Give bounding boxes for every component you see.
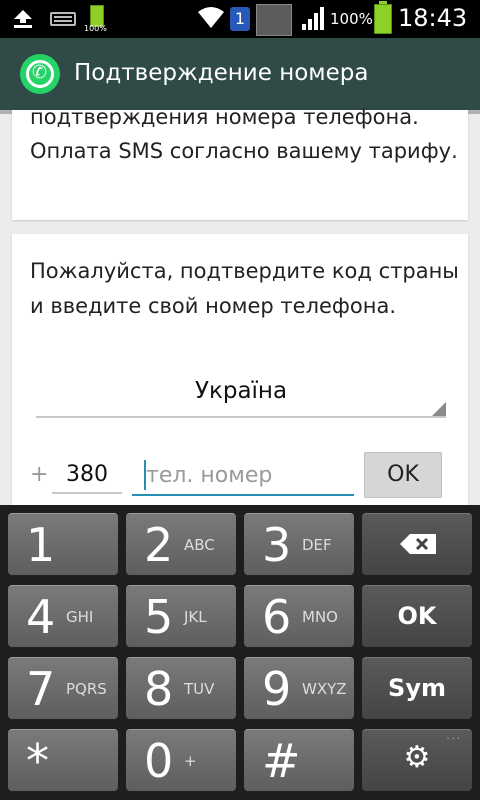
country-select[interactable]: Україна: [36, 372, 446, 418]
battery-small-label: 100%: [84, 24, 107, 33]
gear-icon: ⚙: [403, 740, 431, 775]
key-3[interactable]: 3 DEF: [244, 513, 354, 575]
key-digit: #: [262, 734, 301, 788]
sym-key-label: Sym: [388, 674, 446, 702]
key-digit: 7: [26, 662, 56, 716]
phone-number-input[interactable]: тел. номер: [132, 456, 354, 496]
key-letters: WXYZ: [302, 680, 347, 698]
plus-sign: +: [30, 462, 49, 487]
keyboard-icon: [50, 12, 76, 26]
key-digit: *: [26, 734, 49, 788]
key-2[interactable]: 2 ABC: [126, 513, 236, 575]
battery-full-icon: [374, 1, 392, 34]
key-1[interactable]: 1: [8, 513, 118, 575]
key-5[interactable]: 5 JKL: [126, 585, 236, 647]
keyboard-ok-key[interactable]: OK: [362, 585, 472, 647]
key-7[interactable]: 7 PQRS: [8, 657, 118, 719]
info-card: подтверждения номера телефона. Оплата SM…: [12, 105, 468, 220]
instruction-text: Пожалуйста, подтвердите код страны и вве…: [30, 259, 459, 318]
key-digit: 6: [262, 590, 292, 644]
key-9[interactable]: 9 WXYZ: [244, 657, 354, 719]
key-letters: DEF: [302, 536, 332, 554]
settings-key[interactable]: ⚙ ···: [362, 729, 472, 791]
key-4[interactable]: 4 GHI: [8, 585, 118, 647]
key-digit: 2: [144, 518, 174, 572]
key-letters: PQRS: [66, 680, 107, 698]
ok-button[interactable]: OK: [364, 452, 442, 498]
info-text: подтверждения номера телефона. Оплата SM…: [30, 105, 458, 163]
key-digit: 3: [262, 518, 292, 572]
page-title: Подтверждение номера: [74, 60, 369, 86]
key-letters: JKL: [184, 608, 207, 626]
key-digit: 5: [144, 590, 174, 644]
key-8[interactable]: 8 TUV: [126, 657, 236, 719]
key-digit: 0: [144, 734, 174, 788]
key-letters: GHI: [66, 608, 94, 626]
upload-icon: [14, 10, 32, 28]
key-digit: 9: [262, 662, 292, 716]
key-letters: ABC: [184, 536, 215, 554]
numeric-keyboard: 1 2 ABC 3 DEF 4 GHI 5 JKL 6 MNO OK 7 PQR…: [0, 505, 480, 800]
key-letters: MNO: [302, 608, 338, 626]
battery-percent: 100%: [330, 10, 373, 28]
ok-key-label: OK: [397, 602, 437, 630]
key-0[interactable]: 0 +: [126, 729, 236, 791]
key-letters: TUV: [184, 680, 215, 698]
country-name: Україна: [194, 378, 288, 404]
sym-key[interactable]: Sym: [362, 657, 472, 719]
key-star[interactable]: *: [8, 729, 118, 791]
key-6[interactable]: 6 MNO: [244, 585, 354, 647]
key-letters: +: [184, 752, 197, 770]
signal-icon: [302, 7, 324, 30]
key-digit: 4: [26, 590, 56, 644]
wifi-icon: [198, 7, 224, 28]
signal-grey-icon: [256, 4, 292, 36]
clock: 18:43: [398, 4, 468, 32]
status-bar: 100% 1 100% 18:43: [0, 0, 480, 38]
backspace-key[interactable]: [362, 513, 472, 575]
key-digit: 8: [144, 662, 174, 716]
notification-badge: 1: [230, 7, 250, 31]
dropdown-arrow-icon: [432, 402, 446, 416]
more-dots-icon: ···: [446, 734, 462, 745]
backspace-icon: [400, 534, 436, 554]
key-digit: 1: [26, 518, 56, 572]
country-code-input[interactable]: 380: [52, 456, 122, 494]
whatsapp-logo-icon: [20, 54, 60, 94]
phone-verification-card: Пожалуйста, подтвердите код страны и вве…: [12, 234, 468, 534]
key-hash[interactable]: #: [244, 729, 354, 791]
